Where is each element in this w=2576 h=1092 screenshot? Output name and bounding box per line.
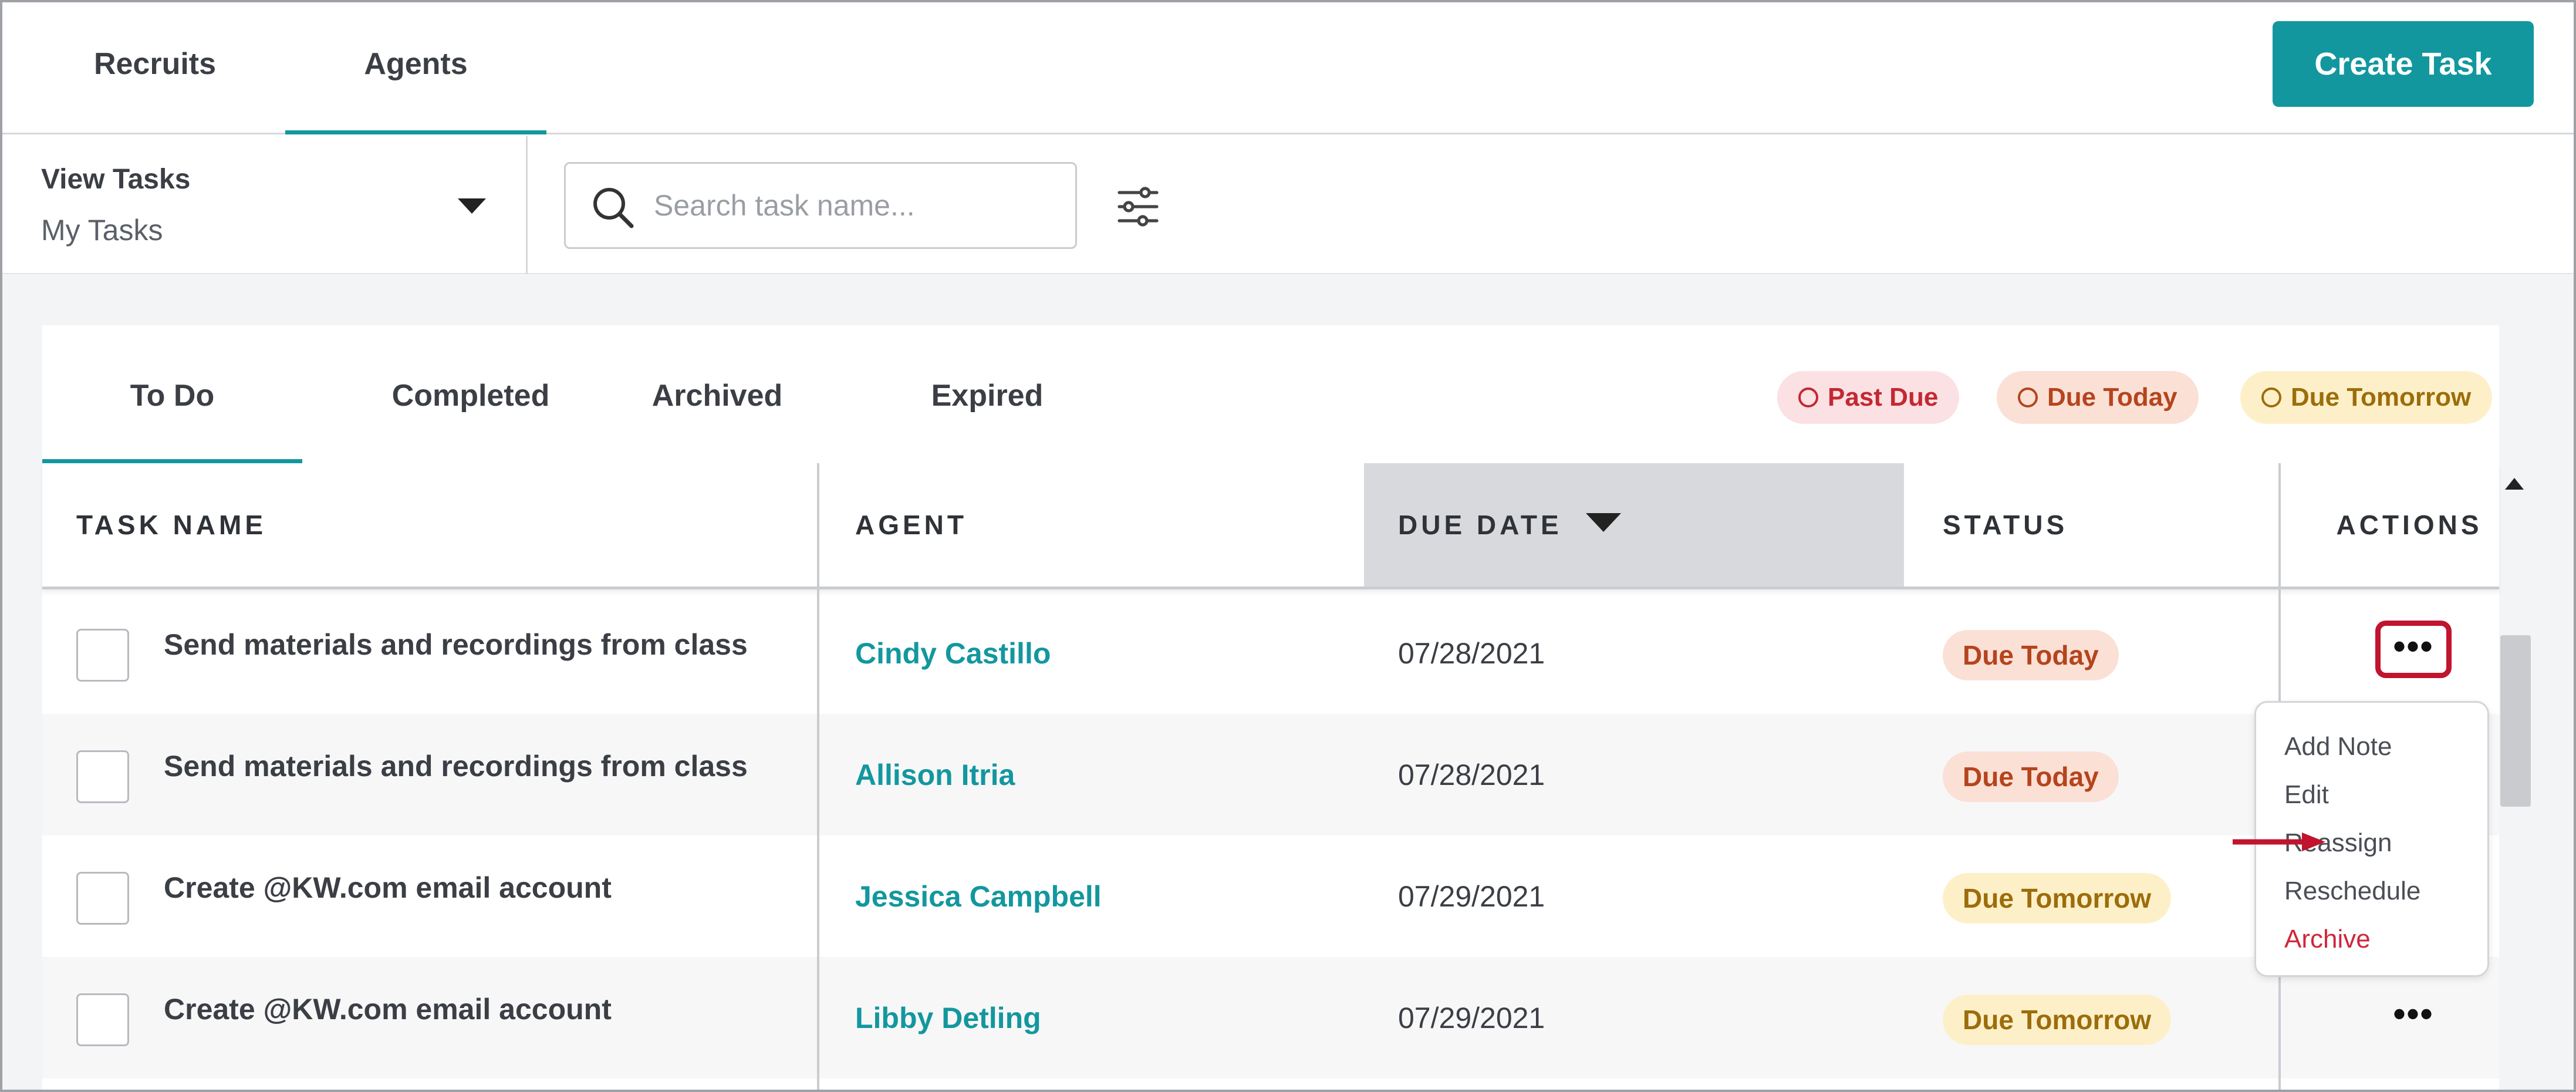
due-date: 07/29/2021	[1398, 1002, 1545, 1034]
agent-link[interactable]: Jessica Campbell	[855, 879, 1102, 914]
table-header: TASK NAME AGENT DUE DATE STATUS ACTIONS	[42, 463, 2499, 589]
circle-icon	[1798, 387, 1818, 407]
scroll-up-arrow-icon[interactable]	[2505, 478, 2524, 490]
tab-recruits[interactable]: Recruits	[79, 2, 231, 134]
app-window: Recruits Agents Create Task View Tasks M…	[0, 0, 2576, 1092]
filter-sliders-icon[interactable]	[1115, 183, 1162, 230]
status-badge: Due Tomorrow	[1943, 995, 2172, 1045]
due-date: 07/29/2021	[1398, 880, 1545, 913]
column-header-due-date[interactable]: DUE DATE	[1364, 463, 1904, 587]
column-divider	[817, 463, 819, 1090]
legend-past-due: Past Due	[1777, 371, 1960, 424]
search-icon	[593, 188, 634, 228]
menu-item-add-note[interactable]: Add Note	[2284, 732, 2392, 761]
legend-label: Due Today	[2047, 383, 2177, 412]
search-box	[564, 162, 1077, 249]
column-header-status[interactable]: STATUS	[1943, 463, 2068, 587]
tab-archived[interactable]: Archived	[594, 325, 840, 463]
tab-completed[interactable]: Completed	[347, 325, 594, 463]
agent-link[interactable]: Allison Itria	[855, 758, 1015, 792]
task-name: Send materials and recordings from class	[164, 750, 748, 783]
filter-bar: View Tasks My Tasks	[2, 136, 2574, 274]
legend-due-today: Due Today	[1997, 371, 2199, 424]
table-row: Send materials and recordings from class…	[42, 592, 2499, 714]
menu-item-edit[interactable]: Edit	[2284, 780, 2329, 810]
row-checkbox[interactable]	[76, 993, 129, 1046]
arrow-right-icon	[2233, 833, 2325, 851]
agent-link[interactable]: Libby Detling	[855, 1001, 1041, 1035]
status-badge: Due Today	[1943, 630, 2119, 680]
search-input[interactable]	[654, 164, 1065, 247]
agent-link[interactable]: Cindy Castillo	[855, 636, 1051, 670]
column-header-task-name[interactable]: TASK NAME	[76, 463, 266, 587]
task-name: Send materials and recordings from class	[164, 628, 748, 661]
caret-down-icon	[458, 198, 486, 214]
scrollbar-thumb[interactable]	[2500, 635, 2531, 807]
row-checkbox[interactable]	[76, 872, 129, 925]
view-tasks-label: View Tasks	[41, 164, 191, 195]
due-date: 07/28/2021	[1398, 759, 1545, 791]
legend-label: Past Due	[1828, 383, 1939, 412]
table-row: Send materials and recordings from class…	[42, 714, 2499, 835]
menu-item-archive[interactable]: Archive	[2284, 925, 2371, 954]
create-task-button[interactable]: Create Task	[2273, 21, 2534, 107]
view-tasks-dropdown[interactable]: View Tasks My Tasks	[2, 136, 528, 274]
task-name: Create @KW.com email account	[164, 871, 612, 904]
more-actions-button[interactable]: •••	[2375, 621, 2452, 678]
column-header-agent[interactable]: AGENT	[855, 463, 967, 587]
view-tasks-value: My Tasks	[41, 214, 163, 247]
due-date: 07/28/2021	[1398, 637, 1545, 670]
legend-due-tomorrow: Due Tomorrow	[2240, 371, 2493, 424]
tab-to-do[interactable]: To Do	[42, 325, 302, 463]
row-checkbox[interactable]	[76, 750, 129, 803]
circle-icon	[2018, 387, 2038, 407]
task-name: Create @KW.com email account	[164, 993, 612, 1026]
legend-label: Due Tomorrow	[2291, 383, 2472, 412]
status-badge: Due Today	[1943, 751, 2119, 802]
due-date-header-label: DUE DATE	[1398, 510, 1562, 540]
tasks-table: Send materials and recordings from class…	[42, 463, 2499, 1090]
more-actions-button[interactable]: •••	[2375, 993, 2452, 1051]
table-row: Create @KW.com email account Libby Detli…	[42, 957, 2499, 1078]
status-badge: Due Tomorrow	[1943, 873, 2172, 924]
menu-item-reschedule[interactable]: Reschedule	[2284, 877, 2420, 906]
tab-expired[interactable]: Expired	[864, 325, 1110, 463]
column-header-actions: ACTIONS	[2336, 510, 2483, 540]
table-row: Create @KW.com email account Jessica Cam…	[42, 835, 2499, 957]
sort-desc-icon	[1585, 513, 1621, 532]
tab-agents[interactable]: Agents	[285, 2, 546, 134]
row-checkbox[interactable]	[76, 629, 129, 682]
circle-icon	[2261, 387, 2281, 407]
tasks-card: To Do Completed Archived Expired Past Du…	[42, 325, 2499, 1090]
top-nav: Recruits Agents Create Task	[2, 2, 2574, 134]
